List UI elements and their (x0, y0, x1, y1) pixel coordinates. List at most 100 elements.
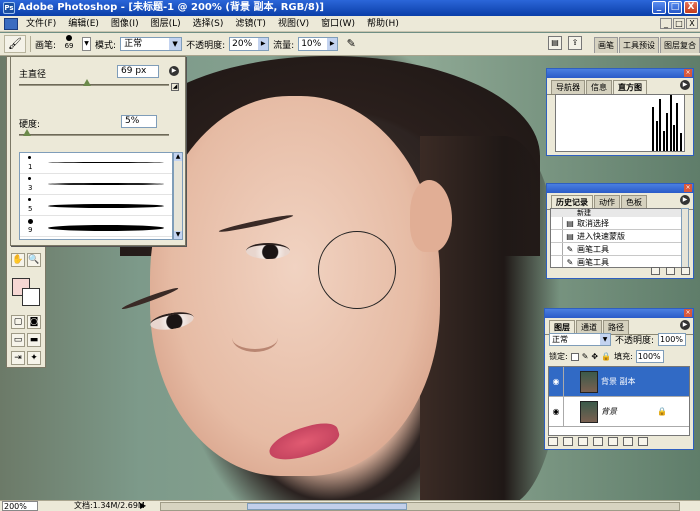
palette-toggle-icon[interactable]: ⇪ (568, 36, 582, 50)
well-tab-tool-presets[interactable]: 工具预设 (619, 37, 659, 53)
history-scrollbar[interactable] (681, 208, 689, 268)
tab-histogram[interactable]: 直方图 (613, 80, 647, 94)
tab-layers[interactable]: 图层 (549, 320, 575, 334)
brush-list-scrollbar[interactable]: ▲ ▼ (173, 152, 183, 240)
new-document-icon[interactable] (651, 267, 660, 275)
new-snapshot-icon[interactable] (666, 267, 675, 275)
jump-to-imageready-icon[interactable]: ⇥ (11, 351, 25, 365)
visibility-eye-icon[interactable]: ◉ (549, 407, 563, 416)
palette-menu-icon[interactable]: ▶ (680, 195, 690, 205)
tab-info[interactable]: 信息 (586, 80, 612, 94)
resize-icon[interactable]: ◢ (171, 83, 179, 91)
history-item[interactable]: ✎ 画笔工具 (551, 243, 682, 256)
layer-link-cell[interactable] (563, 396, 577, 427)
close-button[interactable]: X (684, 1, 698, 14)
menu-edit[interactable]: 编辑(E) (62, 16, 105, 32)
hardness-slider-knob[interactable] (22, 129, 31, 136)
history-brush-source[interactable] (551, 217, 563, 229)
zoom-field[interactable]: 200% (2, 501, 38, 511)
menu-window[interactable]: 窗口(W) (315, 16, 361, 32)
mode-select[interactable]: 正常 ▼ (120, 37, 183, 51)
well-tab-layer-comps[interactable]: 图层复合 (660, 37, 700, 53)
layer-link-cell[interactable] (563, 366, 577, 397)
brush-preset-item[interactable]: 3 (20, 174, 172, 195)
lock-all-icon[interactable]: 🔒 (601, 352, 611, 361)
brush-preset-item[interactable]: 9 (20, 216, 172, 237)
standard-mode-icon[interactable]: ▢ (11, 315, 25, 329)
scroll-up-icon[interactable]: ▲ (174, 153, 182, 161)
blend-mode-select[interactable]: 正常 ▼ (549, 333, 611, 346)
menu-filter[interactable]: 滤镜(T) (229, 16, 272, 32)
horizontal-scrollbar[interactable] (160, 502, 680, 511)
palette-title-bar[interactable]: × (547, 69, 693, 78)
hardness-field[interactable]: 5% (121, 115, 157, 128)
menu-file[interactable]: 文件(F) (20, 16, 62, 32)
layer-fill-field[interactable]: 100% (635, 350, 664, 363)
lock-transparency-icon[interactable] (570, 352, 579, 361)
palette-menu-icon[interactable]: ▶ (680, 320, 690, 330)
new-layer-icon[interactable] (623, 437, 633, 446)
palette-title-bar[interactable]: × (545, 309, 693, 318)
visibility-eye-icon[interactable]: ◉ (549, 377, 563, 386)
minimize-button[interactable]: _ (652, 1, 666, 14)
brush-preset-item[interactable]: 1 (20, 153, 172, 174)
doc-restore-button[interactable]: □ (673, 18, 685, 29)
brush-preset-item[interactable]: 5 (20, 195, 172, 216)
master-diameter-field[interactable]: 69 px (117, 65, 159, 78)
screen-mode-standard-icon[interactable]: ▭ (11, 333, 25, 347)
history-brush-source[interactable] (551, 230, 563, 242)
hardness-slider[interactable] (19, 134, 169, 136)
opacity-field[interactable]: 20% ▶ (229, 37, 270, 51)
imageready-icon[interactable]: ✦ (27, 351, 41, 365)
history-item[interactable]: ▤ 进入快速蒙版 (551, 230, 682, 243)
brush-menu-button[interactable]: ▶ (169, 66, 179, 76)
flow-field[interactable]: 10% ▶ (298, 37, 339, 51)
history-item[interactable]: ▤ 取消选择 (551, 217, 682, 230)
close-icon[interactable]: × (684, 69, 692, 77)
close-icon[interactable]: × (684, 184, 692, 192)
screen-mode-full-icon[interactable]: ▬ (27, 333, 41, 347)
layer-row[interactable]: ◉ 背景 🔒 (549, 396, 689, 427)
menu-select[interactable]: 选择(S) (187, 16, 230, 32)
scrollbar-thumb[interactable] (247, 503, 407, 510)
layer-style-icon[interactable] (563, 437, 573, 446)
master-diameter-slider-knob[interactable] (82, 79, 91, 86)
adjustment-layer-icon[interactable] (593, 437, 603, 446)
scroll-down-icon[interactable]: ▼ (174, 231, 182, 239)
layer-opacity-field[interactable]: 100% (658, 333, 687, 346)
background-color-swatch[interactable] (22, 288, 40, 306)
hand-tool-icon[interactable]: ✋ (11, 253, 25, 267)
menu-image[interactable]: 图像(I) (105, 16, 145, 32)
document-icon[interactable] (4, 17, 18, 30)
tab-navigator[interactable]: 导航器 (551, 80, 585, 94)
brush-preset-picker[interactable]: 69 (60, 34, 78, 54)
tab-history[interactable]: 历史记录 (551, 195, 593, 209)
tab-swatches[interactable]: 色板 (621, 195, 647, 209)
lock-pixels-icon[interactable]: ✎ (582, 352, 589, 361)
file-browser-icon[interactable]: ▤ (548, 36, 562, 50)
menu-layer[interactable]: 图层(L) (145, 16, 187, 32)
tab-actions[interactable]: 动作 (594, 195, 620, 209)
brush-dropdown-button[interactable]: ▼ (82, 37, 92, 51)
lock-position-icon[interactable]: ✥ (591, 352, 598, 361)
menu-help[interactable]: 帮助(H) (361, 16, 405, 32)
doc-close-button[interactable]: X (686, 18, 698, 29)
maximize-button[interactable]: □ (668, 1, 682, 14)
layer-row[interactable]: ◉ 背景 副本 (549, 366, 689, 397)
doc-minimize-button[interactable]: _ (660, 18, 672, 29)
chevron-right-icon[interactable]: ▶ (140, 501, 146, 511)
new-group-icon[interactable] (608, 437, 618, 446)
chevron-right-icon[interactable]: ▶ (327, 38, 338, 50)
zoom-tool-icon[interactable]: 🔍 (27, 253, 41, 267)
history-brush-source[interactable] (551, 243, 563, 255)
trash-icon[interactable] (681, 267, 690, 275)
well-tab-brushes[interactable]: 画笔 (594, 37, 618, 53)
chevron-right-icon[interactable]: ▶ (258, 38, 269, 50)
history-snapshot[interactable]: 新建 (551, 209, 682, 217)
menu-view[interactable]: 视图(V) (272, 16, 315, 32)
airbrush-icon[interactable]: ✎ (342, 36, 360, 52)
quick-mask-icon[interactable]: ◙ (27, 315, 41, 329)
palette-title-bar[interactable]: × (547, 184, 693, 193)
brush-tool-preset-icon[interactable]: 🖌 (4, 35, 26, 53)
link-layers-icon[interactable] (548, 437, 558, 446)
